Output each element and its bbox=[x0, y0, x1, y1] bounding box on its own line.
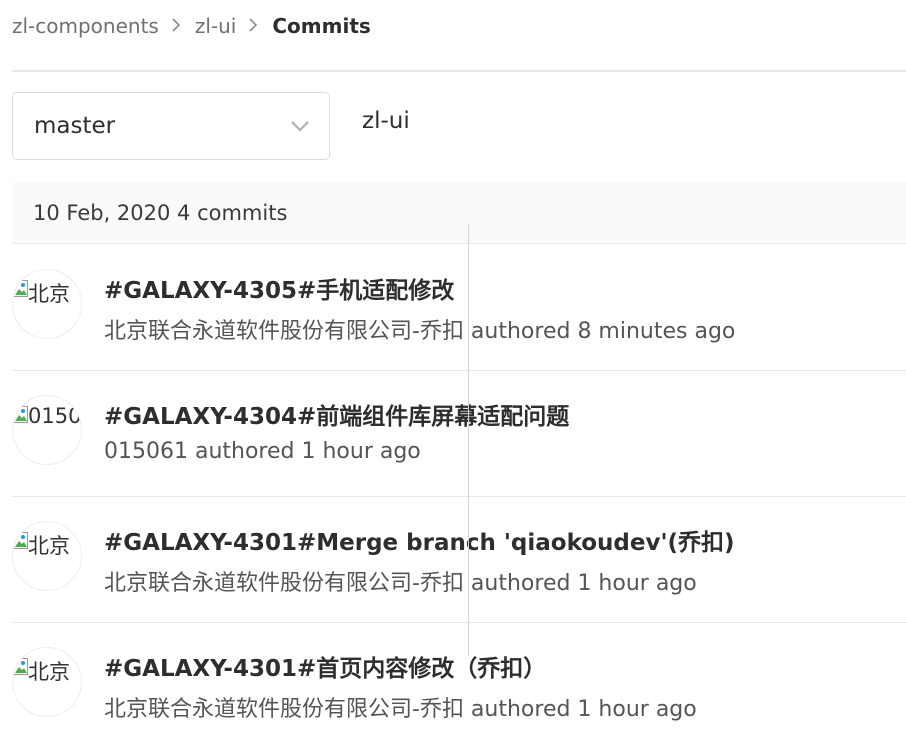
header-divider bbox=[12, 70, 906, 72]
breadcrumb-current: Commits bbox=[272, 14, 371, 38]
avatar[interactable]: 北京 bbox=[12, 269, 82, 339]
avatar[interactable]: 北京 bbox=[12, 647, 82, 717]
breadcrumb: zl-components zl-ui Commits bbox=[12, 11, 371, 41]
commit-author-meta: 北京联合永道软件股份有限公司-乔扣 authored 1 hour ago bbox=[104, 571, 697, 596]
avatar-alt-text: 北京 bbox=[28, 282, 70, 306]
commit-row: 北京 #GALAXY-4301#首页内容修改（乔扣） 北京联合永道软件股份有限公… bbox=[12, 623, 906, 740]
avatar-alt-text: 015061 bbox=[28, 404, 82, 428]
chevron-right-icon bbox=[171, 17, 181, 36]
commit-title-link[interactable]: #GALAXY-4301#Merge branch 'qiaokoudev'(乔… bbox=[104, 523, 735, 557]
commit-author-meta: 北京联合永道软件股份有限公司-乔扣 authored 8 minutes ago bbox=[104, 319, 736, 344]
chevron-down-icon bbox=[289, 115, 311, 137]
commit-row: 北京 #GALAXY-4305#手机适配修改 北京联合永道软件股份有限公司-乔扣… bbox=[12, 245, 906, 371]
commit-row: 北京 #GALAXY-4301#Merge branch 'qiaokoudev… bbox=[12, 497, 906, 623]
broken-image-icon bbox=[13, 532, 28, 549]
commit-title-link[interactable]: #GALAXY-4304#前端组件库屏幕适配问题 bbox=[104, 397, 569, 431]
commit-row: 015061 #GALAXY-4304#前端组件库屏幕适配问题 015061 a… bbox=[12, 371, 906, 497]
commit-author-meta: 北京联合永道软件股份有限公司-乔扣 authored 1 hour ago bbox=[104, 697, 697, 722]
avatar-alt-text: 北京 bbox=[28, 660, 70, 684]
breadcrumb-item-group[interactable]: zl-components bbox=[12, 14, 159, 38]
day-header-text: 10 Feb, 2020 4 commits bbox=[33, 201, 288, 225]
commit-title-link[interactable]: #GALAXY-4301#首页内容修改（乔扣） bbox=[104, 649, 546, 683]
project-path: zl-ui bbox=[362, 108, 410, 134]
breadcrumb-item-project[interactable]: zl-ui bbox=[195, 14, 237, 38]
broken-image-icon bbox=[13, 280, 28, 297]
avatar-alt-text: 北京 bbox=[28, 534, 70, 558]
commit-author-meta: 015061 authored 1 hour ago bbox=[104, 439, 421, 464]
commit-title-link[interactable]: #GALAXY-4305#手机适配修改 bbox=[104, 271, 454, 305]
branch-select-value: master bbox=[34, 113, 116, 139]
broken-image-icon bbox=[13, 658, 28, 675]
branch-select-dropdown[interactable]: master bbox=[12, 92, 330, 160]
avatar[interactable]: 北京 bbox=[12, 521, 82, 591]
chevron-right-icon bbox=[248, 17, 258, 36]
vertical-guide-line bbox=[468, 224, 469, 656]
commits-day-header: 10 Feb, 2020 4 commits bbox=[12, 182, 906, 244]
broken-image-icon bbox=[13, 406, 28, 423]
avatar[interactable]: 015061 bbox=[12, 395, 82, 465]
